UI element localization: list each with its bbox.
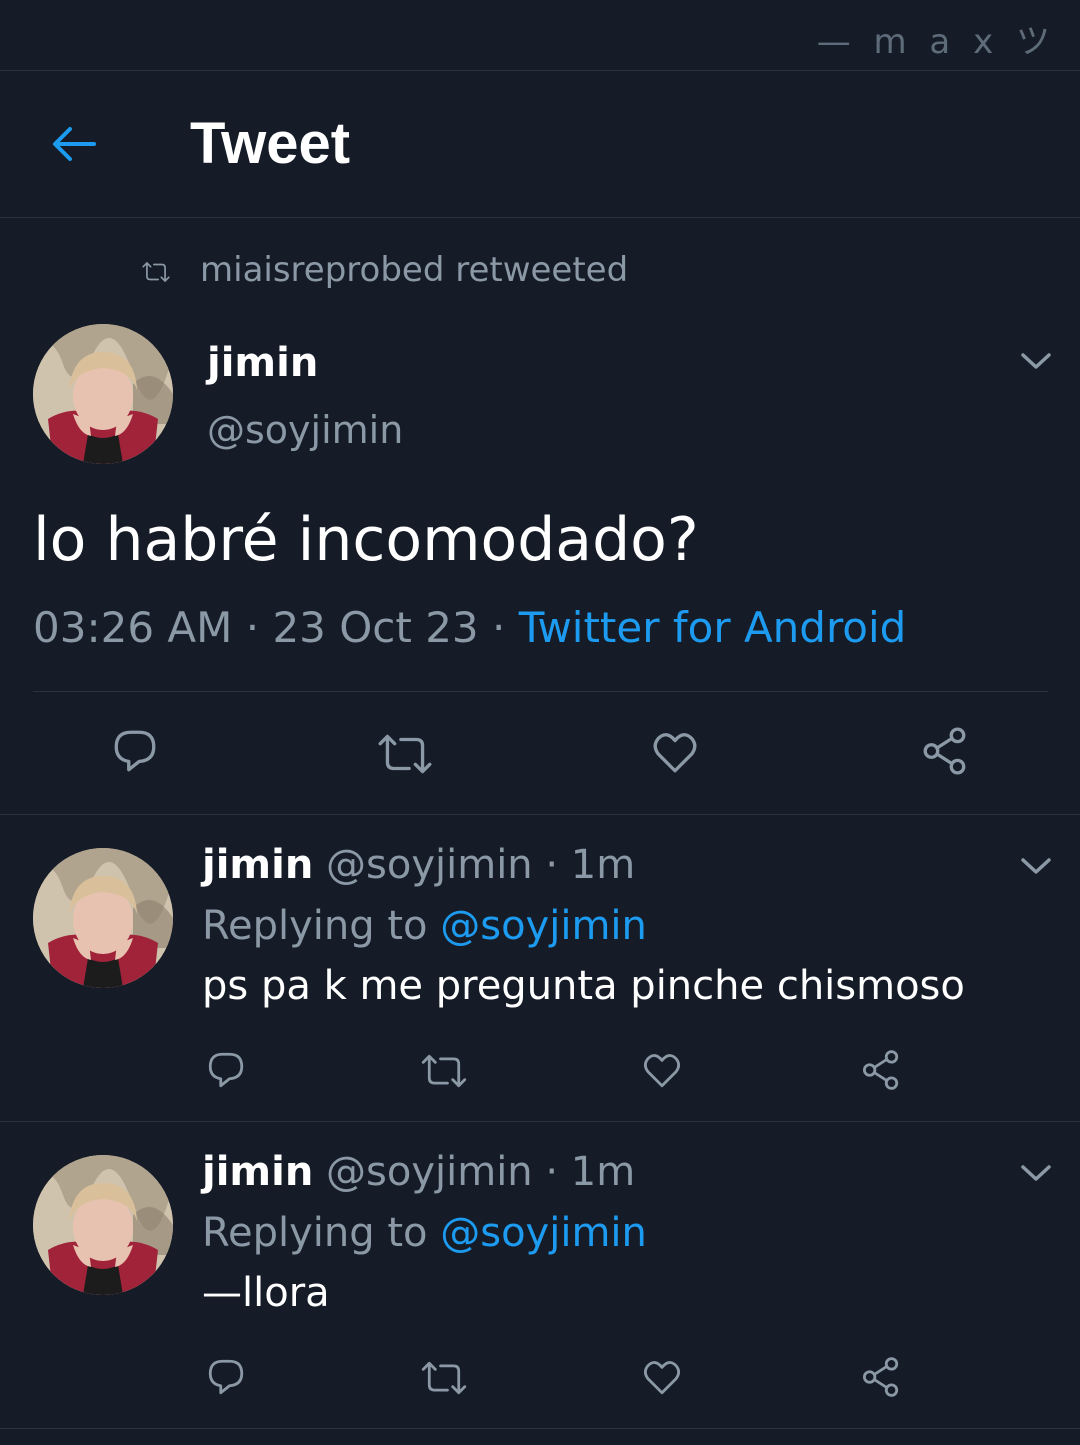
author-name[interactable]: jimin (202, 842, 313, 888)
avatar[interactable] (33, 848, 173, 988)
chevron-down-icon[interactable] (1019, 855, 1053, 877)
retweet-icon (140, 258, 172, 286)
avatar[interactable] (33, 1155, 173, 1295)
author-handle-time: @soyjimin · 1m (326, 1149, 636, 1195)
watermark: — m a x ツ (816, 22, 1056, 62)
replying-to-label: Replying to (202, 903, 428, 949)
back-arrow-icon[interactable] (50, 120, 98, 168)
tweet-meta: 03:26 AM · 23 Oct 23 · Twitter for Andro… (33, 603, 906, 652)
retweet-icon[interactable] (374, 729, 436, 779)
page-title: Tweet (190, 111, 351, 176)
replying-to-label: Replying to (202, 1210, 428, 1256)
tweet-time: 03:26 AM (33, 603, 233, 652)
status-bar: — m a x ツ (0, 0, 1080, 71)
divider (0, 1428, 1080, 1429)
retweeted-by-label: miaisreprobed retweeted (200, 250, 629, 290)
mention-link[interactable]: @soyjimin (440, 1210, 647, 1256)
share-icon[interactable] (920, 726, 970, 776)
reply-icon[interactable] (110, 726, 160, 776)
meta-separator: · (492, 603, 506, 652)
retweet-icon[interactable] (418, 1050, 470, 1092)
author-handle[interactable]: @soyjimin (207, 408, 403, 452)
mention-link[interactable]: @soyjimin (440, 903, 647, 949)
reply-header: jimin @soyjimin · 1m (202, 1149, 635, 1195)
chevron-down-icon[interactable] (1019, 350, 1053, 372)
like-icon[interactable] (641, 1356, 683, 1398)
like-icon[interactable] (641, 1049, 683, 1091)
share-icon[interactable] (860, 1049, 902, 1091)
reply-text: ps pa k me pregunta pinche chismoso (202, 963, 965, 1009)
retweet-icon[interactable] (418, 1357, 470, 1399)
divider (0, 814, 1080, 815)
avatar[interactable] (33, 324, 173, 464)
tweet-text: lo habré incomodado? (33, 505, 699, 575)
author-handle-time: @soyjimin · 1m (326, 842, 636, 888)
like-icon[interactable] (650, 727, 700, 777)
replying-to: Replying to @soyjimin (202, 903, 647, 949)
chevron-down-icon[interactable] (1019, 1162, 1053, 1184)
divider (33, 691, 1048, 692)
reply-icon[interactable] (205, 1356, 247, 1398)
author-name[interactable]: jimin (207, 340, 318, 386)
top-app-bar: Tweet (0, 70, 1080, 218)
tweet-source-link[interactable]: Twitter for Android (519, 603, 907, 652)
reply-text: —llora (202, 1270, 330, 1316)
meta-separator: · (245, 603, 260, 652)
reply-icon[interactable] (205, 1049, 247, 1091)
share-icon[interactable] (860, 1356, 902, 1398)
tweet-date: 23 Oct 23 (272, 603, 479, 652)
reply-header: jimin @soyjimin · 1m (202, 842, 635, 888)
replying-to: Replying to @soyjimin (202, 1210, 647, 1256)
author-name[interactable]: jimin (202, 1149, 313, 1195)
divider (0, 1121, 1080, 1122)
